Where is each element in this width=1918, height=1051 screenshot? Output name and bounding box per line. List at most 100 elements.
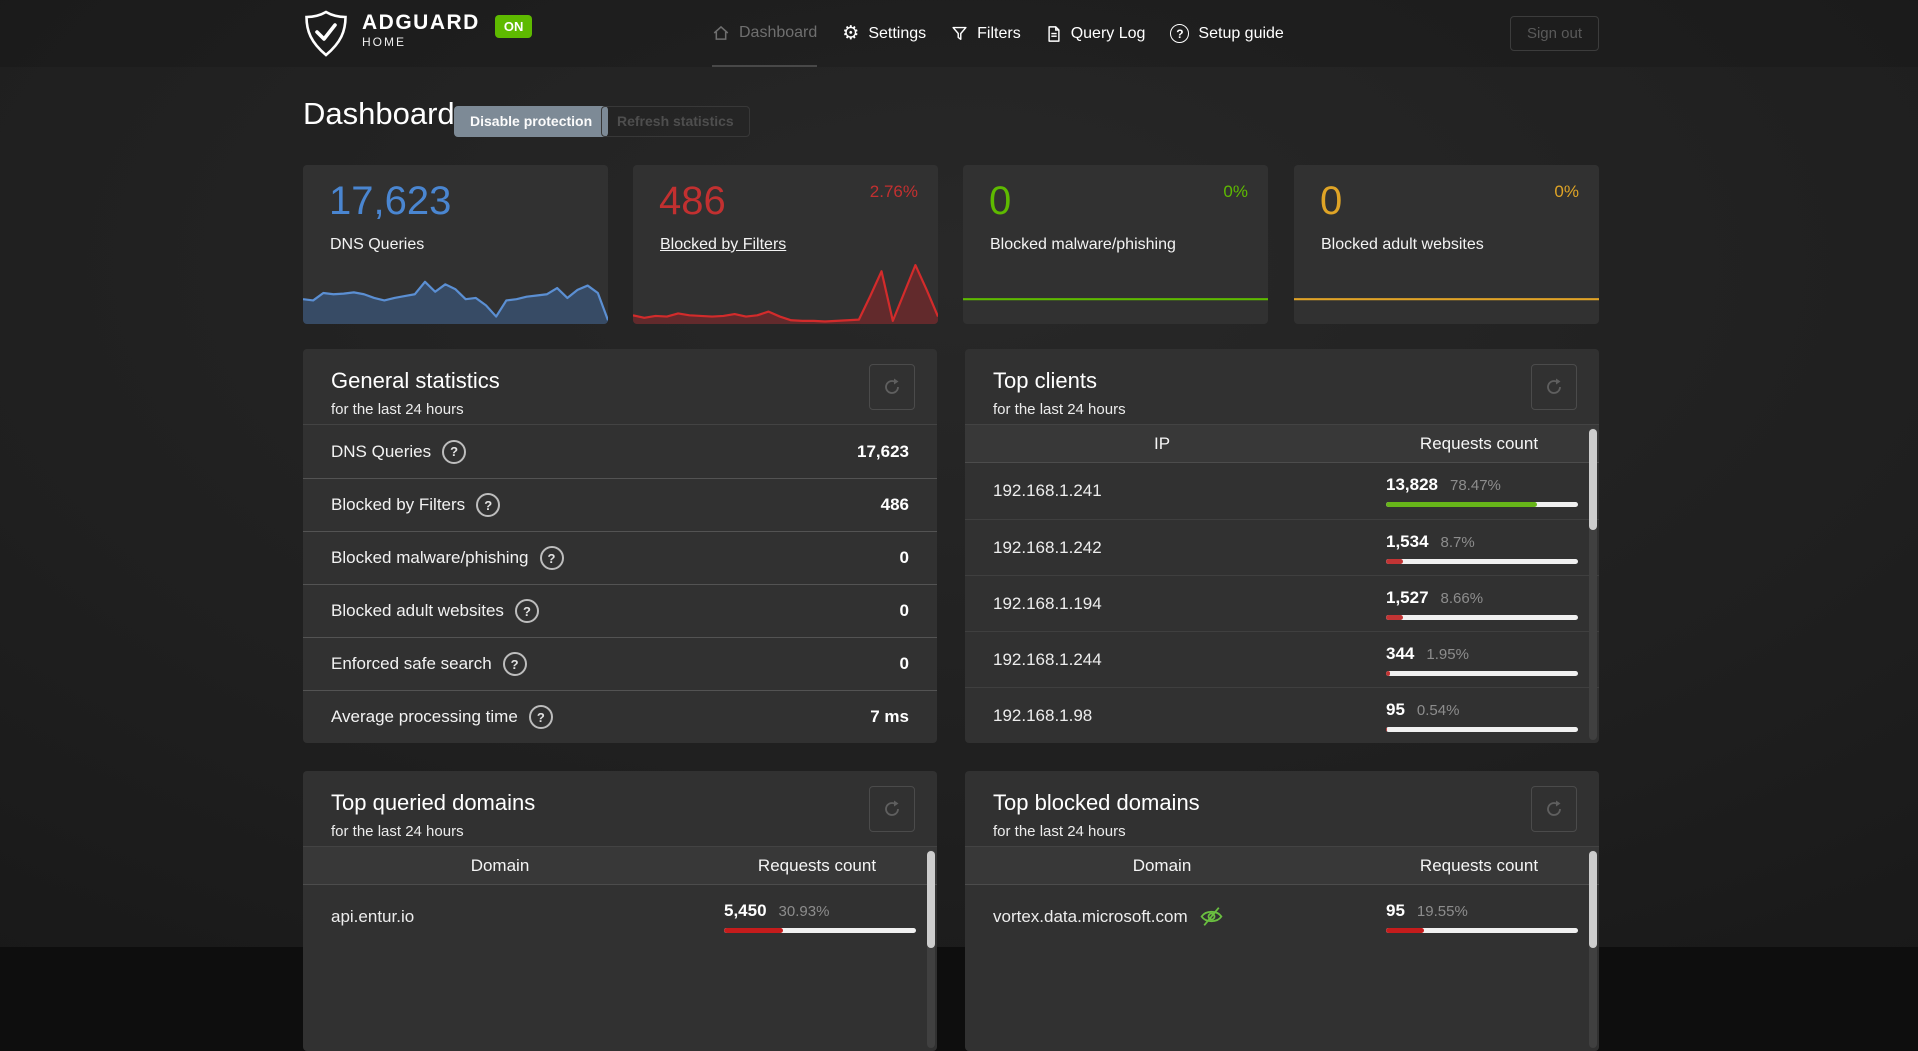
panel-title: Top blocked domains — [993, 790, 1200, 815]
panel-title: Top clients — [993, 368, 1097, 393]
top-clients-rows: 192.168.1.241 13,828 78.47% 192.168.1.24… — [965, 463, 1599, 743]
stat-label: DNS Queries — [330, 236, 425, 253]
statistics-row: Blocked adult websites ? 0 — [303, 584, 937, 637]
column-header-ip: IP — [1153, 433, 1171, 453]
stat-row-label: Blocked by Filters — [331, 495, 466, 514]
help-icon[interactable]: ? — [528, 705, 553, 729]
statistics-row: Blocked by Filters ? 486 — [303, 478, 937, 531]
requests-bar — [1386, 614, 1578, 620]
refresh-statistics-button[interactable]: Refresh statistics — [601, 106, 750, 137]
panel-subtitle: for the last 24 hours — [993, 823, 1126, 840]
stat-value: 0 — [989, 179, 1012, 223]
general-statistics-rows: DNS Queries ? 17,623 Blocked by Filters … — [303, 425, 937, 743]
domain-name[interactable]: vortex.data.microsoft.com — [993, 907, 1188, 927]
stat-value: 0 — [1320, 179, 1343, 223]
table-row: 192.168.1.242 1,534 8.7% — [965, 519, 1599, 575]
refresh-panel-button[interactable] — [1531, 364, 1577, 410]
requests-percent: 8.66% — [1440, 589, 1484, 607]
refresh-icon — [885, 800, 899, 816]
stat-label: Blocked adult websites — [1321, 236, 1484, 253]
nav-item-settings[interactable]: ⚙ Settings — [842, 0, 926, 67]
stat-percent: 0% — [1223, 182, 1248, 201]
requests-bar — [1386, 726, 1578, 732]
table-row: api.entur.io 5,450 30.93% — [303, 885, 937, 948]
requests-bar — [724, 927, 916, 933]
statistics-row: Enforced safe search ? 0 — [303, 637, 937, 690]
disable-protection-button[interactable]: Disable protection — [454, 106, 609, 137]
client-ip[interactable]: 192.168.1.242 — [993, 538, 1102, 558]
stat-percent: 2.76% — [869, 182, 918, 201]
nav-item-filters[interactable]: Filters — [951, 0, 1021, 67]
nav-menu: Dashboard ⚙ Settings Filters Query Log ?… — [712, 0, 1284, 67]
table-row: 192.168.1.241 13,828 78.47% — [965, 463, 1599, 519]
table-header: Domain Requests count — [303, 847, 937, 885]
refresh-panel-button[interactable] — [1531, 786, 1577, 832]
refresh-icon — [885, 378, 899, 394]
client-ip[interactable]: 192.168.1.244 — [993, 650, 1102, 670]
requests-bar — [1386, 670, 1578, 676]
nav-item-label: Filters — [977, 24, 1021, 42]
requests-percent: 30.93% — [778, 902, 830, 920]
domain-name[interactable]: api.entur.io — [331, 907, 414, 927]
dns-queries-sparkline — [303, 262, 608, 324]
requests-percent: 0.54% — [1416, 701, 1460, 719]
stat-value: 17,623 — [329, 179, 452, 223]
client-ip[interactable]: 192.168.1.98 — [993, 706, 1092, 726]
nav-item-dashboard[interactable]: Dashboard — [712, 0, 818, 67]
requests-percent: 19.55% — [1416, 902, 1468, 920]
brand-subname: HOME — [362, 35, 406, 49]
client-ip[interactable]: 192.168.1.194 — [993, 594, 1102, 614]
panel-title: General statistics — [331, 368, 500, 393]
help-icon[interactable]: ? — [514, 599, 539, 623]
refresh-icon — [1547, 378, 1561, 394]
requests-bar — [1386, 558, 1578, 564]
stat-card-blocked-malware: 0 Blocked malware/phishing 0% — [963, 165, 1268, 324]
blocked-malware-sparkline — [963, 262, 1268, 324]
table-row: 192.168.1.194 1,527 8.66% — [965, 575, 1599, 631]
client-ip[interactable]: 192.168.1.241 — [993, 481, 1102, 501]
scrollbar-thumb[interactable] — [927, 851, 935, 948]
requests-count: 1,527 — [1386, 587, 1429, 607]
top-queried-domains-panel: Top queried domains for the last 24 hour… — [303, 771, 937, 1051]
table-header: IP Requests count — [965, 425, 1599, 463]
column-header-requests: Requests count — [1419, 855, 1539, 875]
stat-row-value: 7 ms — [870, 707, 909, 726]
nav-item-label: Dashboard — [739, 23, 818, 41]
stat-row-label: Average processing time — [331, 707, 518, 726]
nav-item-label: Query Log — [1070, 24, 1146, 42]
nav-item-setup-guide[interactable]: ? Setup guide — [1170, 0, 1284, 67]
nav-item-query-log[interactable]: Query Log — [1046, 0, 1146, 67]
table-row: 192.168.1.244 344 1.95% — [965, 631, 1599, 687]
funnel-icon — [951, 25, 968, 42]
column-header-domain: Domain — [470, 855, 530, 875]
help-icon[interactable]: ? — [476, 493, 501, 517]
stat-card-blocked-by-filters: 486 Blocked by Filters 2.76% — [633, 165, 938, 324]
stat-row-label: DNS Queries — [331, 441, 432, 461]
help-icon[interactable]: ? — [442, 439, 467, 464]
brand[interactable]: ADGUARD HOME ON — [303, 9, 533, 59]
statistics-row: Blocked malware/phishing ? 0 — [303, 531, 937, 584]
panel-subtitle: for the last 24 hours — [993, 401, 1126, 418]
stat-row-value: 0 — [899, 548, 909, 567]
top-queried-rows: api.entur.io 5,450 30.93% — [303, 885, 937, 948]
refresh-panel-button[interactable] — [869, 786, 915, 832]
scrollbar-thumb[interactable] — [1589, 429, 1597, 530]
top-blocked-rows: vortex.data.microsoft.com 95 19.55% — [965, 885, 1599, 948]
requests-count: 1,534 — [1386, 531, 1429, 551]
column-header-requests: Requests count — [757, 855, 877, 875]
gear-icon: ⚙ — [842, 22, 860, 44]
requests-percent: 78.47% — [1450, 477, 1501, 494]
sign-out-button[interactable]: Sign out — [1509, 16, 1599, 51]
refresh-icon — [1547, 800, 1561, 816]
blocked-by-filters-link[interactable]: Blocked by Filters — [660, 236, 786, 254]
statistics-row: Average processing time ? 7 ms — [303, 690, 937, 743]
table-row: 192.168.1.98 95 0.54% — [965, 687, 1599, 743]
help-icon[interactable]: ? — [539, 546, 564, 570]
stat-row-label: Enforced safe search — [331, 654, 492, 673]
table-header: Domain Requests count — [965, 847, 1599, 885]
refresh-panel-button[interactable] — [869, 364, 915, 410]
statistics-row: DNS Queries ? 17,623 — [303, 425, 937, 478]
help-icon[interactable]: ? — [502, 652, 527, 676]
scrollbar-thumb[interactable] — [1589, 851, 1597, 948]
brand-name: ADGUARD — [362, 11, 480, 34]
